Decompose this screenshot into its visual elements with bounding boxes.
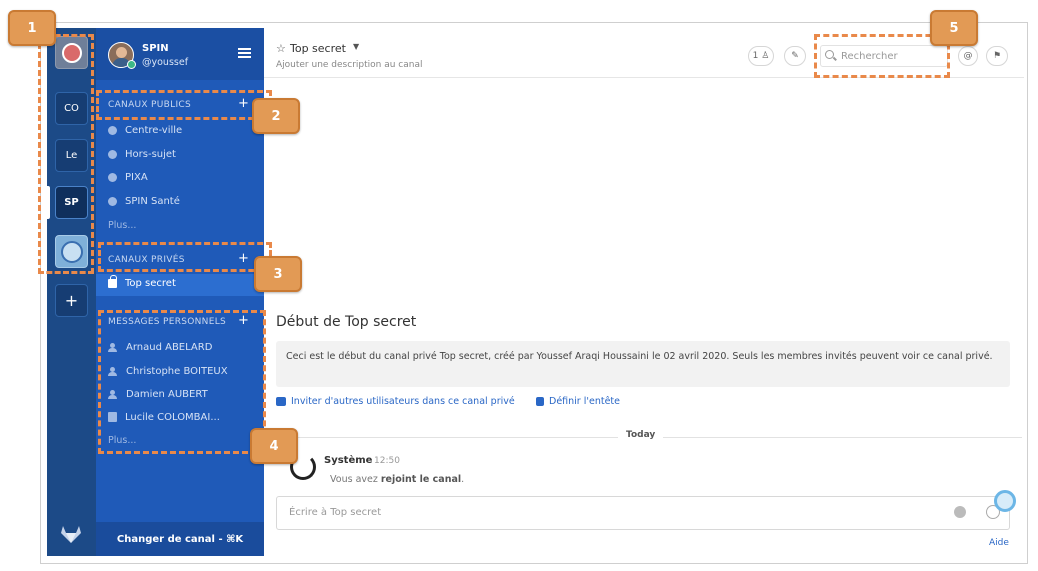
message-text-before: Vous avez [330, 474, 381, 485]
channel-intro-title: Début de Top secret [276, 314, 417, 330]
chevron-down-icon[interactable]: ▼ [353, 42, 359, 51]
date-divider-label: Today [618, 430, 664, 440]
member-icon: ♙ [761, 51, 770, 61]
sidebar-item-top-secret[interactable]: Top secret [96, 274, 264, 296]
channel-intro-text: Ceci est le début du canal privé Top sec… [276, 341, 1010, 387]
member-count-button[interactable]: 1 ♙ [748, 46, 774, 66]
channel-label: Top secret [125, 278, 176, 289]
online-status-icon [127, 60, 136, 69]
mentions-button[interactable]: @ [958, 46, 978, 66]
channel-title[interactable]: Top secret [290, 42, 346, 55]
channel-label: Centre-ville [125, 124, 183, 136]
hamburger-menu-icon[interactable] [238, 48, 251, 58]
globe-icon [108, 149, 117, 159]
message-text: Vous avez rejoint le canal. [330, 474, 464, 485]
callout-2: 2 [252, 98, 300, 134]
annotation-box-teams [38, 34, 94, 274]
star-icon[interactable]: ☆ [276, 42, 286, 55]
message-input[interactable]: Écrire à Top secret [276, 496, 1010, 530]
message-text-after: . [461, 474, 465, 485]
callout-3: 3 [254, 256, 302, 292]
annotation-box-messages [98, 310, 266, 454]
message-author[interactable]: Système [324, 455, 372, 466]
pin-icon: ✎ [791, 51, 799, 61]
avatar-face [116, 47, 127, 58]
message-time[interactable]: 12:50 [374, 456, 400, 466]
gitlab-icon[interactable] [60, 524, 82, 544]
sidebar-item-centre-ville[interactable]: Centre-ville [108, 120, 258, 140]
username: @youssef [142, 57, 189, 68]
sidebar-item-spin-sante[interactable]: SPIN Santé [108, 191, 258, 211]
assistant-bot-icon[interactable] [994, 490, 1016, 512]
main-panel: ☆ Top secret ▼ Ajouter une description a… [264, 28, 1024, 556]
annotation-box-public [96, 90, 272, 120]
globe-icon [108, 125, 117, 135]
attachment-icon[interactable] [954, 506, 966, 518]
sidebar-header[interactable]: SPIN @youssef [96, 28, 264, 80]
channel-description-link[interactable]: Ajouter une description au canal [276, 60, 422, 70]
pin-button[interactable]: ✎ [784, 46, 806, 66]
lock-icon [108, 275, 117, 288]
channel-label: Hors-sujet [125, 148, 176, 160]
help-link[interactable]: Aide [989, 538, 1009, 548]
more-public-channels-link[interactable]: Plus... [108, 220, 136, 231]
callout-5: 5 [930, 10, 978, 46]
globe-icon [108, 196, 117, 206]
pencil-icon [536, 397, 544, 406]
sidebar-item-hors-sujet[interactable]: Hors-sujet [108, 144, 258, 164]
team-name: SPIN [142, 43, 169, 54]
at-icon: @ [963, 51, 973, 61]
channel-label: PIXA [125, 171, 148, 183]
callout-4: 4 [250, 428, 298, 464]
invite-users-label: Inviter d'autres utilisateurs dans ce ca… [291, 396, 515, 407]
flag-icon: ⚑ [992, 51, 1002, 61]
invite-users-link[interactable]: Inviter d'autres utilisateurs dans ce ca… [276, 396, 515, 407]
add-team-button[interactable]: + [55, 284, 88, 317]
callout-1: 1 [8, 10, 56, 46]
message-text-bold: rejoint le canal [380, 474, 462, 485]
add-user-icon [276, 397, 286, 406]
sidebar-item-pixa[interactable]: PIXA [108, 167, 258, 187]
set-header-label: Définir l'entête [549, 396, 620, 407]
set-header-link[interactable]: Définir l'entête [536, 396, 620, 407]
globe-icon [108, 172, 117, 182]
flagged-button[interactable]: ⚑ [986, 46, 1008, 66]
member-count: 1 [752, 51, 759, 61]
annotation-box-private [98, 242, 272, 272]
channel-label: SPIN Santé [125, 195, 180, 207]
switch-channel-button[interactable]: Changer de canal - ⌘K [96, 522, 264, 556]
